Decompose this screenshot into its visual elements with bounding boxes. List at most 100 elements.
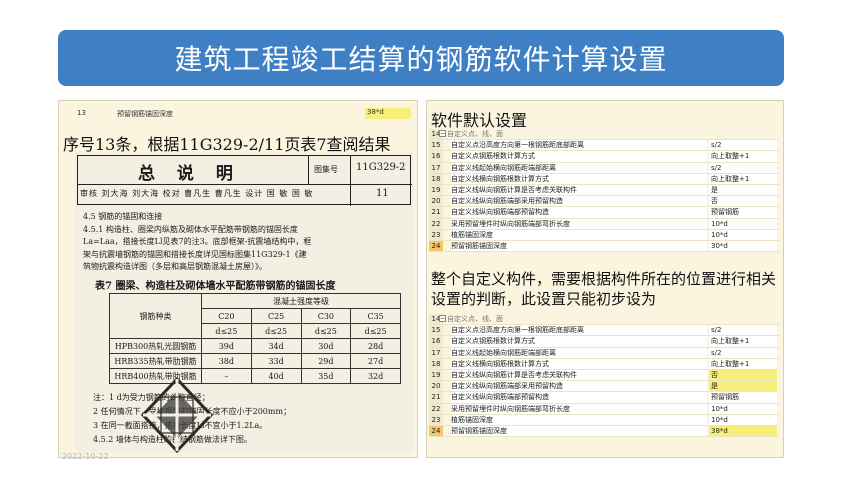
setting-value[interactable]: 10*d <box>709 218 777 229</box>
setting-row[interactable]: 17 自定义线起始横向钢筋距端部距离 s/2 <box>429 347 779 359</box>
setting-name: 自定义线横向钢筋根数计算方式 <box>451 358 707 369</box>
table-header: C20 <box>201 308 252 324</box>
group-row[interactable]: 14 − 自定义点、线、面 <box>429 314 779 326</box>
setting-name: 自定义线起始横向钢筋距端部距离 <box>451 347 707 358</box>
setting-row[interactable]: 15 自定义点沿高度方向第一根钢筋距底部距离 s/2 <box>429 140 779 152</box>
table-row: HPB300热轧光圆钢筋 39d 34d 30d 28d <box>109 338 401 354</box>
setting-value[interactable]: 10*d <box>709 414 777 425</box>
row-number: 24 <box>429 240 443 252</box>
doc-line: 筑物抗震构造详图（多层和高层钢筋混凝土房屋）》。 <box>83 262 267 271</box>
setting-row[interactable]: 16 自定义点钢筋根数计算方式 向上取整+1 <box>429 336 779 348</box>
setting-row[interactable]: 18 自定义线横向钢筋根数计算方式 向上取整+1 <box>429 173 779 185</box>
table-cell: 33d <box>250 353 302 369</box>
table-header: d≤25 <box>300 323 352 339</box>
setting-value[interactable]: 38*d <box>709 425 777 437</box>
setting-value[interactable]: 10*d <box>709 229 777 240</box>
group-row[interactable]: 14 − 自定义点、线、面 <box>429 129 779 141</box>
setting-row[interactable]: 23 植筋锚固深度 10*d <box>429 229 779 241</box>
atlas-code: 11G329-2 <box>356 162 406 173</box>
table-cell: 40d <box>250 368 302 384</box>
setting-value[interactable]: 是 <box>709 184 777 196</box>
setting-value[interactable]: s/2 <box>709 325 777 336</box>
setting-row[interactable]: 17 自定义线起始横向钢筋距端部距离 s/2 <box>429 162 779 174</box>
default-settings-grid: 14 − 自定义点、线、面 15 自定义点沿高度方向第一根钢筋距底部距离 s/2 16… <box>429 129 779 253</box>
doc-line: 4.5 钢筋的锚固和连接 <box>83 212 163 221</box>
setting-name: 采用预留埋件时纵向钢筋端部弯折长度 <box>451 218 707 229</box>
setting-value[interactable]: 10*d <box>709 403 777 414</box>
setting-name: 预留钢筋锚固深度 <box>451 425 707 437</box>
setting-name: 自定义点沿高度方向第一根钢筋距底部距离 <box>451 140 707 151</box>
setting-value[interactable]: 30*d <box>709 240 777 252</box>
row-number: 22 <box>429 218 443 229</box>
setting-value[interactable]: 预留钢筋 <box>709 207 777 218</box>
row-value: 38*d <box>365 108 411 119</box>
doc-title: 总 说 明 <box>138 164 241 184</box>
setting-name: 自定义线纵向钢筋端部采用预留构造 <box>451 196 707 207</box>
collapse-icon[interactable]: − <box>439 315 446 322</box>
row-number: 24 <box>429 425 443 437</box>
setting-row[interactable]: 19 自定义线纵向钢筋计算是否考虑关联构件否 <box>429 369 779 382</box>
sign-row: 审核 刘大海 刘大海 校对 曹凡生 曹凡生 设计 国 敏 国 敏 <box>80 189 314 198</box>
doc-line: 架与抗震墙钢筋的锚固和搭接长度详见国标图集11G329-1《建 <box>83 249 307 259</box>
table-cell: HRB335热轧带肋钢筋 <box>109 353 202 369</box>
setting-name: 自定义线纵向钢筋计算是否考虑关联构件 <box>451 369 707 381</box>
table-title: 表7 圈梁、构造柱及砌体墙水平配筋带钢筋的锚固长度 <box>95 281 336 292</box>
setting-row[interactable]: 18 自定义线横向钢筋根数计算方式 向上取整+1 <box>429 358 779 370</box>
setting-value[interactable]: 向上取整+1 <box>709 336 777 347</box>
setting-row[interactable]: 21 自定义线纵向钢筋端部预留构造 预留钢筋 <box>429 392 779 404</box>
setting-value[interactable]: 向上取整+1 <box>709 173 777 184</box>
table-cell: HPB300热轧光圆钢筋 <box>109 338 202 354</box>
reference-document-panel: 13 预留钢筋锚固深度 38*d 序号13条，根据11G329-2/11页表7查… <box>58 100 418 458</box>
adjusted-settings-grid: 14 − 自定义点、线、面 15 自定义点沿高度方向第一根钢筋距底部距离 s/2 16… <box>429 314 779 438</box>
setting-value[interactable]: 预留钢筋 <box>709 392 777 403</box>
doc-header: 总 说 明 图集号 11G329-2 11 审核 刘大海 刘大海 校对 曹凡生 … <box>77 155 412 206</box>
setting-value[interactable]: s/2 <box>709 162 777 173</box>
setting-row[interactable]: 20 自定义线纵向钢筋端部采用预留构造是 <box>429 381 779 393</box>
row-number: 16 <box>429 151 443 162</box>
setting-row[interactable]: 19 自定义线纵向钢筋计算是否考虑关联构件是 <box>429 184 779 197</box>
setting-row[interactable]: 22 采用预留埋件时纵向钢筋端部弯折长度 10*d <box>429 218 779 230</box>
doc-body-text: 4.5 钢筋的锚固和连接 4.5.1 构造柱、圈梁内纵筋及砌体水平配筋带钢筋的锚… <box>83 211 409 274</box>
setting-value[interactable]: s/2 <box>709 347 777 358</box>
row-number: 23 <box>429 229 443 240</box>
table-header: d≤25 <box>250 323 302 339</box>
setting-value[interactable]: 是 <box>709 381 777 392</box>
row-number: 16 <box>429 336 443 347</box>
atlas-page-scan: 总 说 明 图集号 11G329-2 11 审核 刘大海 刘大海 校对 曹凡生 … <box>75 153 413 453</box>
doc-line: La=Laa，搭接长度Ll见表7的注3。底部框架-抗震墙结构中，框 <box>83 237 312 246</box>
watermark-logo-icon <box>141 377 213 453</box>
setting-value[interactable]: 否 <box>709 369 777 381</box>
setting-name: 自定义线起始横向钢筋距端部距离 <box>451 162 707 173</box>
row-number: 21 <box>429 207 443 218</box>
setting-row[interactable]: 24 预留钢筋锚固深度 30*d <box>429 240 779 253</box>
setting-row[interactable]: 23 植筋锚固深度 10*d <box>429 414 779 426</box>
collapse-icon[interactable]: − <box>439 130 446 137</box>
setting-value[interactable]: 向上取整+1 <box>709 358 777 369</box>
setting-name: 预留钢筋锚固深度 <box>451 240 707 252</box>
table-cell: 39d <box>201 338 252 354</box>
setting-row[interactable]: 21 自定义线纵向钢筋端部预留构造 预留钢筋 <box>429 207 779 219</box>
setting-row[interactable]: 24 预留钢筋锚固深度 38*d <box>429 425 779 438</box>
row-number: 20 <box>429 381 443 392</box>
row-number: 19 <box>429 184 443 196</box>
row-number: 23 <box>429 414 443 425</box>
software-settings-panel: 软件默认设置 14 − 自定义点、线、面 15 自定义点沿高度方向第一根钢筋距底部… <box>426 100 784 458</box>
setting-row[interactable]: 20 自定义线纵向钢筋端部采用预留构造否 <box>429 196 779 208</box>
setting-row[interactable]: 16 自定义点钢筋根数计算方式 向上取整+1 <box>429 151 779 163</box>
row-number: 18 <box>429 358 443 369</box>
setting-name: 自定义点钢筋根数计算方式 <box>451 336 707 347</box>
setting-name: 自定义线纵向钢筋端部预留构造 <box>451 392 707 403</box>
setting-value[interactable]: 向上取整+1 <box>709 151 777 162</box>
lookup-note: 序号13条，根据11G329-2/11页表7查阅结果 <box>63 135 391 154</box>
setting-row[interactable]: 15 自定义点沿高度方向第一根钢筋距底部距离 s/2 <box>429 325 779 337</box>
setting-row[interactable]: 22 采用预留埋件时纵向钢筋端部弯折长度 10*d <box>429 403 779 415</box>
row-number: 15 <box>429 325 443 336</box>
row-number: 21 <box>429 392 443 403</box>
row-number: 17 <box>429 347 443 358</box>
table-header: 混凝土强度等级 <box>201 293 401 309</box>
setting-name: 自定义点钢筋根数计算方式 <box>451 151 707 162</box>
setting-value[interactable]: 否 <box>709 196 777 207</box>
group-label: 自定义点、线、面 <box>447 130 503 138</box>
setting-name: 自定义线纵向钢筋端部预留构造 <box>451 207 707 218</box>
setting-value[interactable]: s/2 <box>709 140 777 151</box>
